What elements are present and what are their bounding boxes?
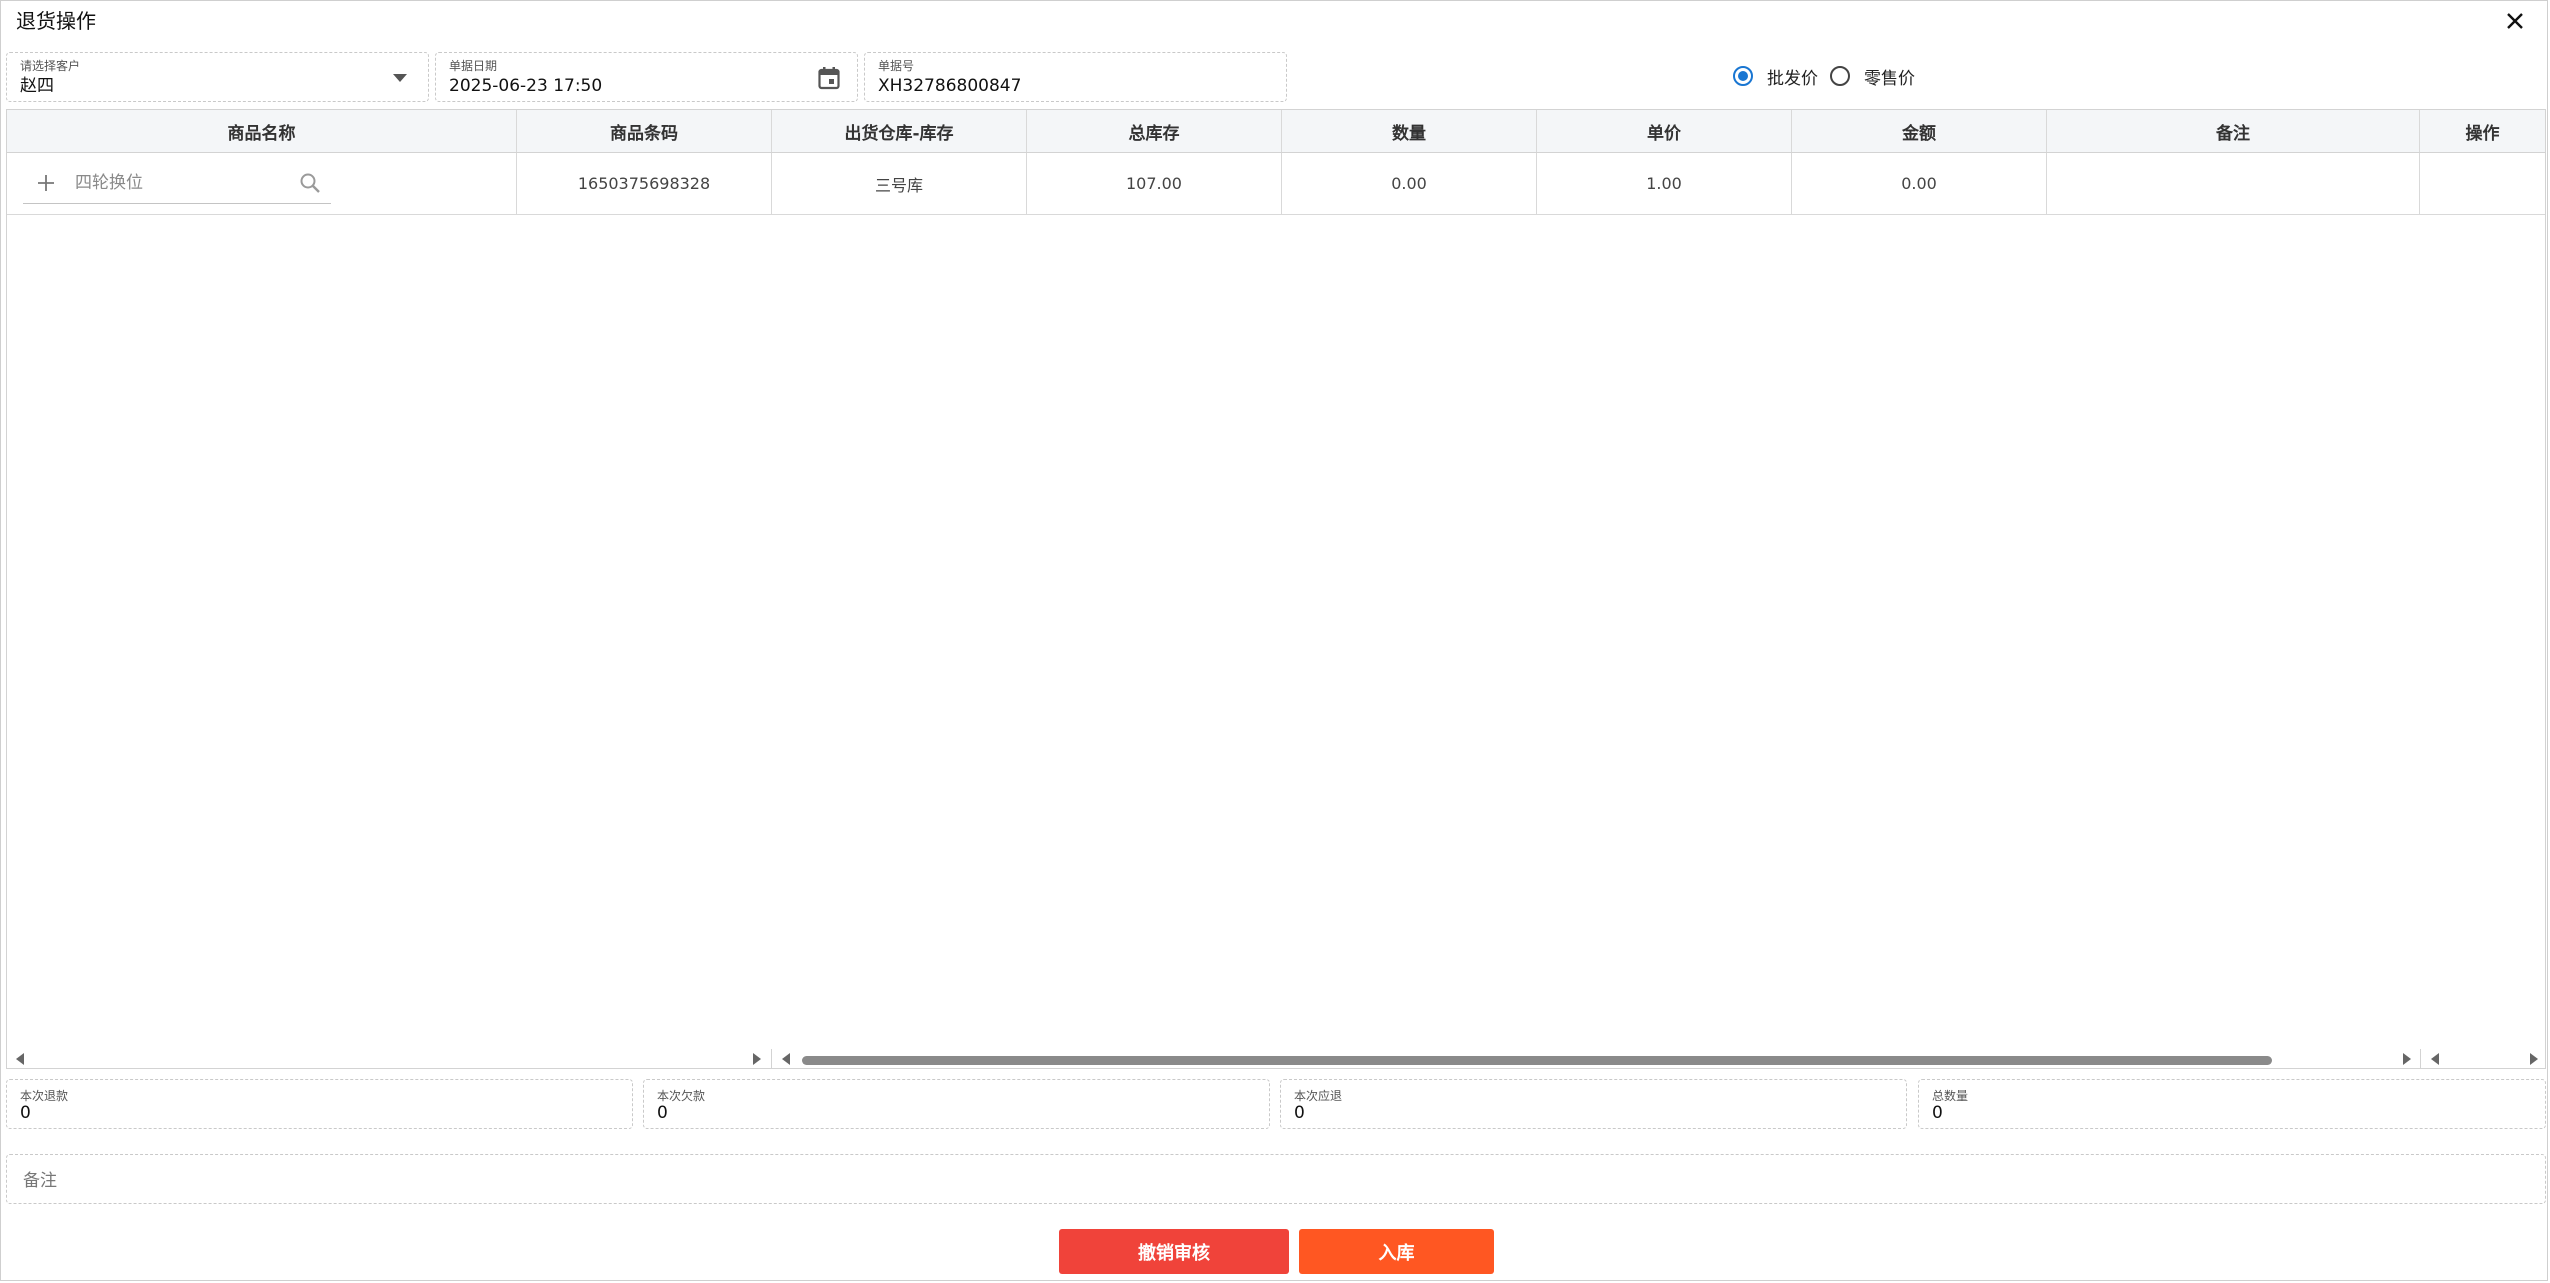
horizontal-scrollbar-thumb[interactable] [802,1056,2272,1065]
close-button[interactable] [2499,5,2531,37]
calendar-icon[interactable] [816,65,842,91]
table-header: 商品名称 商品条码 出货仓库-库存 总库存 数量 单价 金额 备注 操作 [7,110,2545,153]
radio-unchecked-icon [1830,66,1850,86]
close-icon [2507,13,2523,29]
scroll-right-arrow-icon[interactable] [750,1052,764,1066]
product-table: 商品名称 商品条码 出货仓库-库存 总库存 数量 单价 金额 备注 操作 四轮换… [6,109,2546,1069]
remark-input[interactable] [21,1165,2525,1197]
search-icon [300,173,320,193]
add-product-button[interactable] [33,170,59,196]
scroll-right-arrow-icon[interactable] [2400,1052,2414,1066]
radio-wholesale-price[interactable]: 批发价 [1733,64,1818,89]
scroll-left-arrow-icon[interactable] [2428,1052,2442,1066]
radio-retail-price[interactable]: 零售价 [1830,64,1915,89]
customer-value: 赵四 [20,76,54,96]
dropdown-arrow-icon[interactable] [387,65,413,91]
radio-label: 零售价 [1864,68,1915,89]
remark-cell[interactable] [2047,153,2420,214]
search-button[interactable] [297,170,323,196]
summary-value: 0 [1932,1103,1943,1123]
amount-cell: 0.00 [1792,153,2047,214]
summary-value: 0 [657,1103,668,1123]
column-header: 金额 [1792,110,2047,152]
refund-amount-field[interactable]: 本次退款 0 [6,1079,633,1129]
due-refund-field: 本次应退 0 [1280,1079,1907,1129]
scroll-left-arrow-icon[interactable] [779,1052,793,1066]
column-header: 商品名称 [7,110,517,152]
product-name-input-wrap [23,163,331,204]
doc-no-value: XH32786800847 [878,76,1022,96]
total-quantity-field: 总数量 0 [1918,1079,2546,1129]
remark-field [6,1154,2546,1204]
document-number-field[interactable]: 单据号 XH32786800847 [864,52,1287,102]
radio-label: 批发价 [1767,68,1818,89]
debt-amount-field[interactable]: 本次欠款 0 [643,1079,1270,1129]
price-type-group: 批发价 零售价 [1733,61,1927,91]
radio-checked-icon [1733,66,1753,86]
customer-select[interactable]: 请选择客户 赵四 [6,52,429,102]
column-header: 商品条码 [517,110,772,152]
scrollbar-divider [2420,1049,2421,1068]
scroll-left-arrow-icon[interactable] [13,1052,27,1066]
quantity-cell[interactable]: 0.00 [1282,153,1537,214]
document-date-field[interactable]: 单据日期 2025-06-23 17:50 [435,52,858,102]
scrollbar-divider [771,1049,772,1068]
summary-label: 总数量 [1932,1089,1969,1103]
dialog-title: 退货操作 [16,9,96,33]
column-header: 出货仓库-库存 [772,110,1027,152]
customer-label: 请选择客户 [20,59,81,73]
summary-label: 本次应退 [1294,1089,1343,1103]
column-header: 单价 [1537,110,1792,152]
doc-no-label: 单据号 [878,59,915,73]
total-stock-cell: 107.00 [1027,153,1282,214]
column-header: 备注 [2047,110,2420,152]
column-header: 数量 [1282,110,1537,152]
scroll-right-arrow-icon[interactable] [2527,1052,2541,1066]
column-header: 总库存 [1027,110,1282,152]
stock-in-button[interactable]: 入库 [1299,1229,1494,1274]
product-name-input[interactable] [73,172,297,194]
unit-price-cell[interactable]: 1.00 [1537,153,1792,214]
action-cell[interactable] [2420,153,2545,214]
date-value: 2025-06-23 17:50 [449,76,603,96]
summary-value: 0 [1294,1103,1305,1123]
product-name-cell [7,153,517,214]
table-row: 1650375698328 三号库 107.00 0.00 1.00 0.00 [7,153,2545,215]
date-label: 单据日期 [449,59,498,73]
column-header: 操作 [2465,123,2500,144]
summary-label: 本次欠款 [657,1089,706,1103]
warehouse-cell[interactable]: 三号库 [772,153,1027,214]
cancel-review-button[interactable]: 撤销审核 [1059,1229,1289,1274]
barcode-cell: 1650375698328 [517,153,772,214]
plus-icon [38,175,54,191]
summary-value: 0 [20,1103,31,1123]
summary-label: 本次退款 [20,1089,69,1103]
return-dialog: 退货操作 请选择客户 赵四 单据日期 2025-06-23 17:50 单据号 [0,0,2548,1281]
